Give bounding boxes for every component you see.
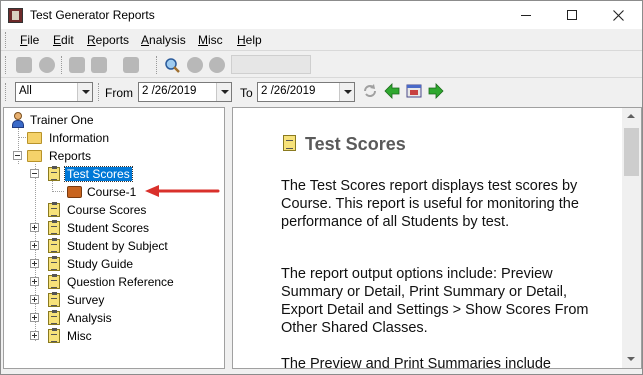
tree-label: Information xyxy=(49,131,110,145)
annotation-arrow xyxy=(145,185,220,197)
scroll-up-icon[interactable] xyxy=(622,108,641,125)
toolbar-grip[interactable] xyxy=(5,56,8,74)
report-icon xyxy=(48,292,60,307)
find-next-icon[interactable] xyxy=(187,57,203,73)
print-icon[interactable] xyxy=(16,57,32,73)
tree-label: Reports xyxy=(49,149,92,163)
tree-label: Student Scores xyxy=(67,221,150,235)
report-icon xyxy=(48,274,60,289)
stop-icon[interactable] xyxy=(39,57,55,73)
tree-label: Student by Subject xyxy=(67,239,168,253)
briefcase-icon xyxy=(67,186,82,198)
tree-label-selected: Test Scores xyxy=(64,166,133,182)
tools-icon[interactable] xyxy=(123,57,139,73)
calendar-icon[interactable] xyxy=(406,83,422,99)
vertical-scrollbar[interactable] xyxy=(622,108,641,368)
maximize-icon xyxy=(567,10,577,20)
menu-reports[interactable]: Reports xyxy=(87,33,129,47)
chevron-down-icon[interactable] xyxy=(77,83,92,101)
filter-toolbar: All From 2 /26/2019 To 2 /26/2019 xyxy=(1,79,642,105)
tree-label: Analysis xyxy=(67,311,112,325)
separator xyxy=(61,56,62,74)
menu-help[interactable]: Help xyxy=(237,33,262,47)
close-icon xyxy=(612,9,624,21)
collapse-icon[interactable] xyxy=(30,169,39,178)
search-field[interactable] xyxy=(231,55,311,74)
app-icon xyxy=(8,8,23,23)
report-icon xyxy=(283,135,296,151)
report-icon xyxy=(48,166,60,181)
window-title: Test Generator Reports xyxy=(30,8,155,22)
collapse-icon[interactable] xyxy=(13,151,22,160)
forward-icon[interactable] xyxy=(428,83,444,99)
report-description-panel: Test Scores The Test Scores report displ… xyxy=(232,107,642,369)
expand-icon[interactable] xyxy=(30,241,39,250)
title-bar: Test Generator Reports xyxy=(1,1,642,29)
report-icon xyxy=(48,220,60,235)
minimize-icon xyxy=(521,14,531,16)
from-label: From xyxy=(105,86,133,100)
report-icon xyxy=(48,202,60,217)
main-toolbar xyxy=(1,52,642,78)
menu-bar: File Edit Reports Analysis Misc Help xyxy=(1,29,642,51)
chevron-down-icon[interactable] xyxy=(216,83,231,101)
description-document: Test Scores The Test Scores report displ… xyxy=(233,108,621,368)
description-paragraph: The Preview and Print Summaries include xyxy=(281,356,551,369)
report-icon xyxy=(48,256,60,271)
grid-icon[interactable] xyxy=(69,57,85,73)
menu-misc[interactable]: Misc xyxy=(198,33,223,47)
report-icon xyxy=(48,238,60,253)
tree-label: Question Reference xyxy=(67,275,174,289)
chevron-down-icon[interactable] xyxy=(339,83,354,101)
from-date-picker[interactable]: 2 /26/2019 xyxy=(138,82,232,102)
description-paragraph: The Test Scores report displays test sco… xyxy=(281,178,579,230)
find-prev-icon[interactable] xyxy=(209,57,225,73)
tree-label: Course-1 xyxy=(87,185,137,199)
tree-label: Survey xyxy=(67,293,105,307)
toolbar-grip[interactable] xyxy=(5,83,8,101)
separator xyxy=(98,83,99,101)
expand-icon[interactable] xyxy=(30,295,39,304)
export-icon[interactable] xyxy=(91,57,107,73)
close-button[interactable] xyxy=(595,1,641,29)
maximize-button[interactable] xyxy=(549,1,595,29)
refresh-icon[interactable] xyxy=(362,83,378,99)
report-icon xyxy=(48,328,60,343)
folder-icon xyxy=(27,132,42,144)
description-title: Test Scores xyxy=(305,134,406,154)
menu-file[interactable]: File xyxy=(20,33,39,47)
expand-icon[interactable] xyxy=(30,277,39,286)
tree-label: Trainer One xyxy=(30,113,94,127)
expand-icon[interactable] xyxy=(30,313,39,322)
find-icon[interactable] xyxy=(164,57,180,73)
scroll-thumb[interactable] xyxy=(624,128,639,176)
report-tree[interactable]: Trainer One Information Reports Test Sco… xyxy=(3,107,225,369)
minimize-button[interactable] xyxy=(503,1,549,29)
menu-edit[interactable]: Edit xyxy=(53,33,74,47)
separator xyxy=(156,56,157,74)
folder-icon xyxy=(27,150,42,162)
to-label: To xyxy=(240,86,253,100)
tree-label: Study Guide xyxy=(67,257,134,271)
tree-connector xyxy=(52,191,64,192)
app-window: Test Generator Reports File Edit Reports… xyxy=(0,0,643,375)
tree-label: Course Scores xyxy=(67,203,147,217)
to-date-picker[interactable]: 2 /26/2019 xyxy=(257,82,355,102)
report-icon xyxy=(48,310,60,325)
tree-label: Misc xyxy=(67,329,92,343)
scroll-down-icon[interactable] xyxy=(622,351,641,368)
expand-icon[interactable] xyxy=(30,259,39,268)
description-paragraph: The report output options include: Previ… xyxy=(281,266,589,336)
expand-icon[interactable] xyxy=(30,223,39,232)
user-icon xyxy=(10,112,26,128)
scope-select[interactable]: All xyxy=(15,82,93,102)
menu-analysis[interactable]: Analysis xyxy=(141,33,186,47)
back-icon[interactable] xyxy=(384,83,400,99)
expand-icon[interactable] xyxy=(30,331,39,340)
toolbar-grip[interactable] xyxy=(5,32,8,48)
